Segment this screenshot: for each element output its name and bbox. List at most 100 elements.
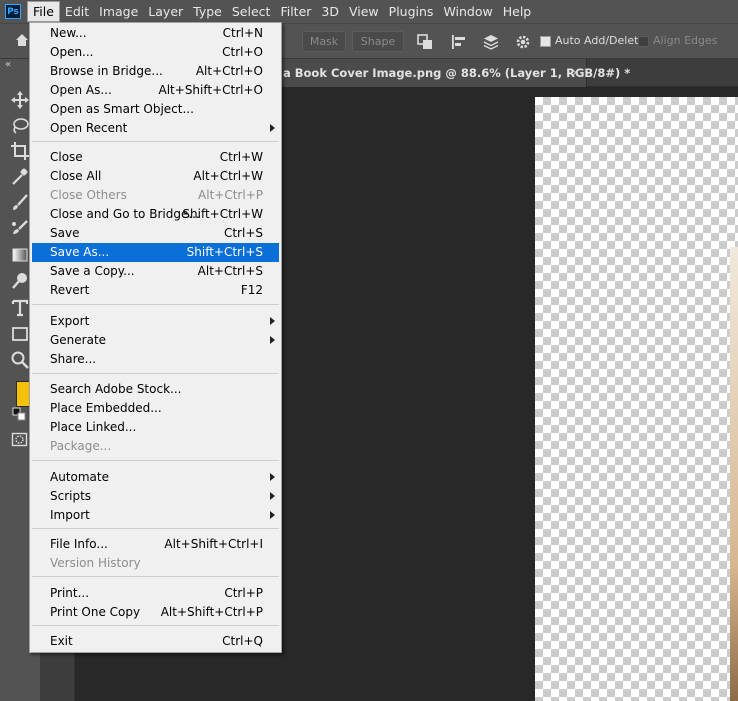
menu-item-open-recent[interactable]: Open Recent bbox=[32, 119, 279, 138]
menu-item-shortcut: Alt+Shift+Ctrl+P bbox=[160, 605, 263, 619]
menu-item-new[interactable]: New... Ctrl+N bbox=[32, 24, 279, 43]
crop-tool-icon[interactable] bbox=[10, 141, 30, 161]
menu-item-shortcut: Alt+Shift+Ctrl+I bbox=[164, 537, 263, 551]
default-colors-icon[interactable] bbox=[12, 407, 26, 421]
shape-button[interactable]: Shape bbox=[352, 31, 404, 52]
menu-item-label: Export bbox=[50, 314, 90, 328]
menu-item-place-linked[interactable]: Place Linked... bbox=[32, 418, 279, 437]
menu-item-shortcut: Alt+Ctrl+P bbox=[198, 188, 263, 202]
menu-item-label: Save a Copy... bbox=[50, 264, 135, 278]
menu-separator bbox=[32, 304, 279, 305]
menu-item-export[interactable]: Export bbox=[32, 312, 279, 331]
menu-item-share[interactable]: Share... bbox=[32, 350, 279, 369]
menu-item-exit[interactable]: Exit Ctrl+Q bbox=[32, 632, 279, 651]
brush-tool-icon[interactable] bbox=[10, 193, 30, 213]
menu-item-shortcut: Shift+Ctrl+S bbox=[186, 245, 263, 259]
menu-item-print-one-copy[interactable]: Print One Copy Alt+Shift+Ctrl+P bbox=[32, 603, 279, 622]
submenu-arrow-icon bbox=[270, 336, 275, 344]
path-alignment-icon[interactable] bbox=[450, 33, 468, 51]
home-icon[interactable] bbox=[15, 33, 29, 47]
menu-item-label: Open as Smart Object... bbox=[50, 102, 194, 116]
menu-item-place-embedded[interactable]: Place Embedded... bbox=[32, 399, 279, 418]
menu-item-shortcut: Alt+Shift+Ctrl+O bbox=[158, 83, 263, 97]
menu-separator bbox=[32, 625, 279, 626]
menu-item-open[interactable]: Open... Ctrl+O bbox=[32, 43, 279, 62]
transparent-artboard[interactable] bbox=[535, 97, 738, 701]
menu-item-open-as[interactable]: Open As... Alt+Shift+Ctrl+O bbox=[32, 81, 279, 100]
move-tool-icon[interactable] bbox=[10, 90, 30, 110]
eyedropper-tool-icon[interactable] bbox=[10, 167, 30, 187]
gear-icon[interactable] bbox=[514, 33, 532, 51]
menu-item-shortcut: Ctrl+W bbox=[219, 150, 263, 164]
menu-image[interactable]: Image bbox=[94, 0, 143, 23]
menu-layer[interactable]: Layer bbox=[143, 0, 188, 23]
menu-item-label: Open Recent bbox=[50, 121, 128, 135]
menu-item-label: File Info... bbox=[50, 537, 108, 551]
rectangle-tool-icon[interactable] bbox=[10, 324, 30, 344]
menu-help[interactable]: Help bbox=[498, 0, 537, 23]
menu-item-close-and-go-to-bridge[interactable]: Close and Go to Bridge... Shift+Ctrl+W bbox=[32, 205, 279, 224]
path-arrangement-icon[interactable] bbox=[482, 33, 500, 51]
mask-button[interactable]: Mask bbox=[302, 31, 346, 52]
menu-item-label: Save bbox=[50, 226, 80, 240]
path-operations-icon[interactable] bbox=[416, 33, 434, 51]
menu-file[interactable]: File bbox=[27, 1, 60, 22]
menu-item-save-a-copy[interactable]: Save a Copy... Alt+Ctrl+S bbox=[32, 262, 279, 281]
menu-filter[interactable]: Filter bbox=[275, 0, 316, 23]
quick-mask-icon[interactable] bbox=[11, 431, 28, 448]
menu-item-shortcut: Ctrl+P bbox=[224, 586, 263, 600]
zoom-tool-icon[interactable] bbox=[10, 350, 30, 370]
menu-item-label: Generate bbox=[50, 333, 107, 347]
menu-3d[interactable]: 3D bbox=[316, 0, 344, 23]
menu-item-label: Close All bbox=[50, 169, 102, 183]
lasso-tool-icon[interactable] bbox=[10, 116, 30, 136]
menu-item-automate[interactable]: Automate bbox=[32, 468, 279, 487]
collapse-panel-icon[interactable]: « bbox=[5, 59, 11, 70]
menu-item-search-adobe-stock[interactable]: Search Adobe Stock... bbox=[32, 380, 279, 399]
dodge-tool-icon[interactable] bbox=[10, 271, 30, 291]
auto-add-delete-checkbox[interactable] bbox=[540, 36, 551, 47]
menu-window[interactable]: Window bbox=[438, 0, 497, 23]
menu-item-revert[interactable]: Revert F12 bbox=[32, 281, 279, 300]
menu-item-shortcut: F12 bbox=[240, 283, 263, 297]
close-icon[interactable]: × bbox=[571, 59, 580, 87]
align-edges-label: Align Edges bbox=[653, 34, 718, 47]
menu-separator bbox=[32, 460, 279, 461]
menu-item-scripts[interactable]: Scripts bbox=[32, 487, 279, 506]
menu-item-shortcut: Shift+Ctrl+W bbox=[182, 207, 263, 221]
menu-item-generate[interactable]: Generate bbox=[32, 331, 279, 350]
gradient-tool-icon[interactable] bbox=[10, 245, 30, 265]
type-tool-icon[interactable] bbox=[10, 298, 30, 318]
menu-item-save[interactable]: Save Ctrl+S bbox=[32, 224, 279, 243]
menu-view[interactable]: View bbox=[344, 0, 384, 23]
layer-image-edge bbox=[730, 247, 738, 701]
submenu-arrow-icon bbox=[270, 511, 275, 519]
menu-item-print[interactable]: Print... Ctrl+P bbox=[32, 584, 279, 603]
menu-item-shortcut: Alt+Ctrl+O bbox=[195, 64, 263, 78]
menu-separator bbox=[32, 373, 279, 374]
menu-item-save-as[interactable]: Save As... Shift+Ctrl+S bbox=[32, 243, 279, 262]
menu-item-label: Version History bbox=[50, 556, 141, 570]
menu-item-file-info[interactable]: File Info... Alt+Shift+Ctrl+I bbox=[32, 535, 279, 554]
menu-edit[interactable]: Edit bbox=[60, 0, 94, 23]
menu-plugins[interactable]: Plugins bbox=[384, 0, 439, 23]
menu-type[interactable]: Type bbox=[188, 0, 227, 23]
menu-item-browse-in-bridge[interactable]: Browse in Bridge... Alt+Ctrl+O bbox=[32, 62, 279, 81]
align-edges-checkbox[interactable] bbox=[638, 36, 649, 47]
menu-item-label: Import bbox=[50, 508, 90, 522]
file-menu-dropdown: New... Ctrl+N Open... Ctrl+O Browse in B… bbox=[29, 22, 282, 653]
menu-item-package: Package... bbox=[32, 437, 279, 456]
menu-item-label: Open As... bbox=[50, 83, 112, 97]
clone-stamp-tool-icon[interactable] bbox=[10, 219, 30, 239]
menu-item-import[interactable]: Import bbox=[32, 506, 279, 525]
menu-item-shortcut: Ctrl+N bbox=[222, 26, 263, 40]
menu-item-close-all[interactable]: Close All Alt+Ctrl+W bbox=[32, 167, 279, 186]
submenu-arrow-icon bbox=[270, 473, 275, 481]
menu-select[interactable]: Select bbox=[227, 0, 276, 23]
menu-item-label: Revert bbox=[50, 283, 90, 297]
menu-item-open-as-smart-object[interactable]: Open as Smart Object... bbox=[32, 100, 279, 119]
menu-item-shortcut: Alt+Ctrl+W bbox=[193, 169, 263, 183]
menu-bar: Ps File Edit Image Layer Type Select Fil… bbox=[0, 0, 738, 23]
menu-item-close[interactable]: Close Ctrl+W bbox=[32, 148, 279, 167]
menu-item-shortcut: Ctrl+O bbox=[222, 45, 263, 59]
